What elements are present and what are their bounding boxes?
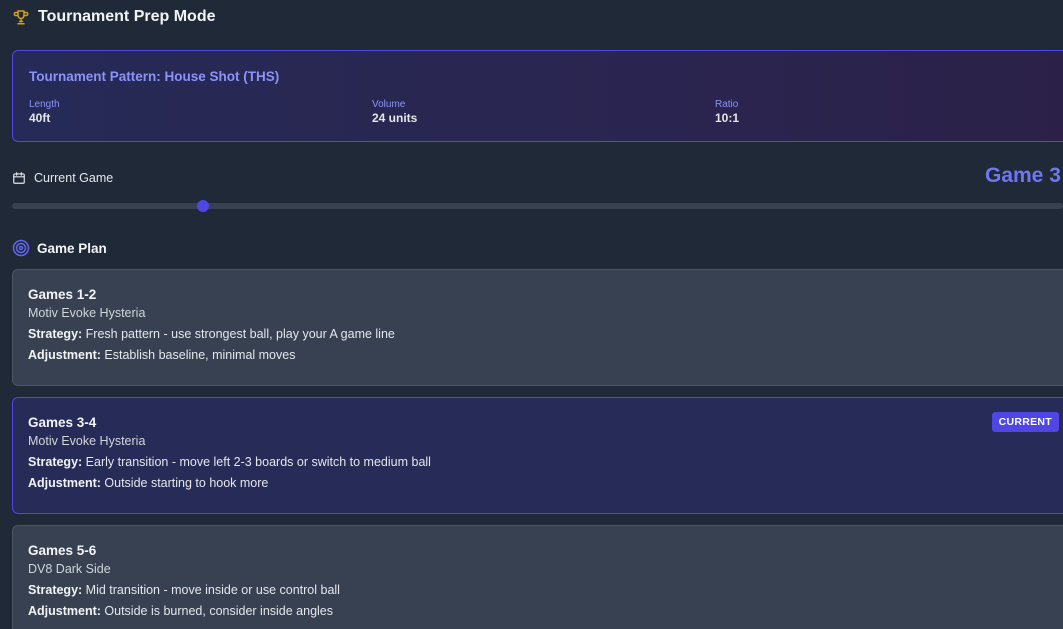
stat-value: 10:1 (715, 111, 740, 125)
adjustment-text: Outside is burned, consider inside angle… (104, 604, 334, 618)
adjustment-label: Adjustment: (28, 476, 101, 490)
pattern-title: Tournament Pattern: House Shot (THS) (29, 69, 280, 84)
stat-ratio: Ratio 10:1 (715, 99, 1058, 126)
card-ball: Motiv Evoke Hysteria (28, 306, 146, 320)
stat-label: Length (29, 99, 60, 110)
page-header: Tournament Prep Mode (12, 0, 1063, 33)
adjustment-label: Adjustment: (28, 348, 101, 362)
current-game-label: Current Game (34, 171, 114, 185)
pattern-stats: Length 40ft Volume 24 units Ratio 10:1 (29, 99, 1058, 126)
strategy-label: Strategy: (28, 583, 83, 597)
slider-track[interactable] (12, 203, 1063, 209)
card-adjustment: Adjustment: Outside starting to hook mor… (28, 476, 1059, 491)
current-game-row: Current Game Game 3 (12, 164, 1063, 187)
strategy-text: Early transition - move left 2-3 boards … (85, 455, 431, 469)
trophy-icon (12, 8, 30, 26)
card-ball: DV8 Dark Side (28, 562, 111, 576)
page-title: Tournament Prep Mode (38, 7, 216, 25)
strategy-label: Strategy: (28, 455, 83, 469)
strategy-text: Mid transition - move inside or use cont… (85, 583, 340, 597)
target-icon (12, 239, 30, 257)
game-plan-card-current[interactable]: Games 3-4 Motiv Evoke Hysteria Strategy:… (12, 397, 1063, 514)
game-plan-title: Game Plan (37, 240, 107, 256)
card-title: Games 3-4 (28, 415, 97, 430)
stat-label: Volume (372, 99, 406, 110)
strategy-label: Strategy: (28, 327, 83, 341)
card-adjustment: Adjustment: Outside is burned, consider … (28, 604, 1059, 619)
card-title: Games 1-2 (28, 287, 97, 302)
slider-thumb[interactable] (197, 200, 210, 212)
calendar-icon (12, 171, 26, 185)
game-plan-header: Game Plan (12, 239, 1063, 257)
tournament-prep-page: Tournament Prep Mode Tournament Pattern:… (0, 0, 1063, 629)
card-title: Games 5-6 (28, 543, 97, 558)
adjustment-label: Adjustment: (28, 604, 101, 618)
adjustment-text: Outside starting to hook more (104, 476, 269, 490)
stat-value: 24 units (372, 111, 418, 125)
current-game-display: Game 3 (985, 164, 1061, 187)
card-strategy: Strategy: Fresh pattern - use strongest … (28, 327, 1059, 342)
tournament-pattern-card: Tournament Pattern: House Shot (THS) Len… (12, 50, 1063, 142)
stat-volume: Volume 24 units (372, 99, 715, 126)
card-strategy: Strategy: Early transition - move left 2… (28, 455, 1059, 470)
card-strategy: Strategy: Mid transition - move inside o… (28, 583, 1059, 598)
stat-value: 40ft (29, 111, 51, 125)
adjustment-text: Establish baseline, minimal moves (104, 348, 296, 362)
stat-length: Length 40ft (29, 99, 372, 126)
game-slider[interactable] (12, 200, 1063, 212)
current-badge: CURRENT (991, 412, 1059, 432)
strategy-text: Fresh pattern - use strongest ball, play… (85, 327, 395, 341)
card-adjustment: Adjustment: Establish baseline, minimal … (28, 348, 1059, 363)
card-ball: Motiv Evoke Hysteria (28, 434, 146, 448)
game-plan-card[interactable]: Games 1-2 Motiv Evoke Hysteria Strategy:… (12, 269, 1063, 386)
game-plan-list: Games 1-2 Motiv Evoke Hysteria Strategy:… (12, 269, 1063, 629)
game-plan-card[interactable]: Games 5-6 DV8 Dark Side Strategy: Mid tr… (12, 525, 1063, 629)
stat-label: Ratio (715, 99, 739, 110)
